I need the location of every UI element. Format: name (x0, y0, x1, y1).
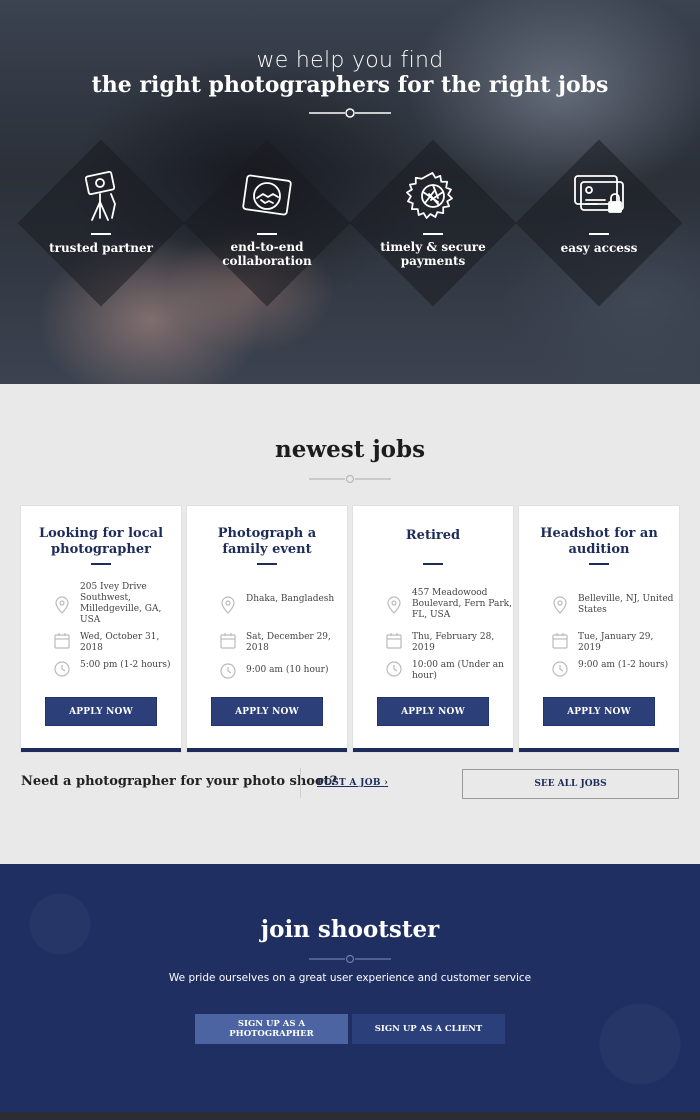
job-card: Retired 457 Meadowood Boulevard, Fern Pa… (353, 506, 513, 752)
job-time: 9:00 am (10 hour) (246, 665, 329, 675)
photographer-tripod-icon (84, 170, 116, 221)
calendar-icon (54, 633, 70, 649)
title-underline (91, 563, 111, 565)
apply-now-button[interactable]: APPLY NOW (45, 697, 157, 726)
location-pin-icon (387, 596, 401, 614)
feature-trusted-partner: trusted partner (17, 139, 185, 307)
job-date: Thu, February 28, 2019 (412, 632, 495, 653)
hero-divider (309, 108, 391, 118)
job-title[interactable]: Photograph a family event (195, 526, 339, 558)
job-date: Tue, January 29, 2019 (578, 632, 654, 653)
sign-up-client-button[interactable]: SIGN UP AS A CLIENT (352, 1014, 505, 1044)
feature-underline (423, 233, 443, 235)
feature-underline (589, 233, 609, 235)
hero-headline: the right photographers for the right jo… (91, 72, 609, 98)
footer-strip (0, 1112, 700, 1120)
see-all-jobs-button[interactable]: SEE ALL JOBS (462, 769, 679, 799)
apply-now-button[interactable]: APPLY NOW (543, 697, 655, 726)
feature-label: easy access (560, 241, 638, 255)
job-title[interactable]: Retired (361, 528, 505, 544)
feature-collaboration: end-to-end collaboration (183, 139, 351, 307)
job-date: Sat, December 29, 2018 (246, 632, 331, 653)
join-section: join shootster We pride ourselves on a g… (0, 864, 700, 1112)
clock-icon (54, 661, 70, 677)
post-job-label: POST A JOB (317, 778, 381, 788)
job-date: Wed, October 31, 2018 (80, 632, 160, 653)
feature-underline (257, 233, 277, 235)
location-pin-icon (553, 596, 567, 614)
shutter-icon (406, 172, 453, 219)
title-underline (423, 563, 443, 565)
feature-underline (91, 233, 111, 235)
apply-now-button[interactable]: APPLY NOW (377, 697, 489, 726)
apply-now-button[interactable]: APPLY NOW (211, 697, 323, 726)
hero-tagline: we help you find (256, 48, 444, 73)
job-time: 5:00 pm (1-2 hours) (80, 660, 171, 670)
post-job-link[interactable]: POST A JOB › (317, 778, 388, 788)
feature-label: timely & secure payments (380, 240, 486, 268)
join-divider (309, 954, 391, 964)
title-underline (257, 563, 277, 565)
job-location: 457 Meadowood Boulevard, Fern Park, FL, … (412, 588, 512, 620)
job-card: Looking for local photographer 205 Ivey … (21, 506, 181, 752)
job-card: Photograph a family event Dhaka, Banglad… (187, 506, 347, 752)
join-subtitle: We pride ourselves on a great user exper… (168, 972, 532, 984)
title-underline (589, 563, 609, 565)
sign-up-photographer-button[interactable]: SIGN UP AS A PHOTOGRAPHER (195, 1014, 348, 1044)
handshake-icon (242, 174, 292, 216)
location-pin-icon (221, 596, 235, 614)
section-divider (309, 474, 391, 484)
chevron-right-icon: › (384, 778, 389, 788)
clock-icon (386, 661, 402, 677)
calendar-icon (552, 633, 568, 649)
job-card: Headshot for an audition Belleville, NJ,… (519, 506, 679, 752)
hero-section: we help you find the right photographers… (0, 0, 700, 384)
job-time: 9:00 am (1-2 hours) (578, 660, 669, 670)
join-title: join shootster (260, 916, 440, 943)
job-title[interactable]: Headshot for an audition (527, 526, 671, 558)
feature-label: trusted partner (49, 241, 153, 255)
feature-easy-access: easy access (515, 139, 683, 307)
location-pin-icon (55, 596, 69, 614)
calendar-icon (386, 633, 402, 649)
cta-separator (300, 768, 301, 798)
newest-jobs-heading: newest jobs (274, 436, 426, 463)
job-time: 10:00 am (Under an hour) (412, 660, 504, 681)
calendar-icon (220, 633, 236, 649)
credit-card-lock-icon (574, 175, 624, 213)
clock-icon (220, 663, 236, 679)
photographer-cta-text: Need a photographer for your photo shoot… (21, 774, 338, 789)
job-location: Dhaka, Bangladesh (246, 594, 335, 604)
clock-icon (552, 661, 568, 677)
job-location: Belleville, NJ, United States (578, 594, 674, 615)
feature-label: end-to-end collaboration (222, 240, 312, 268)
job-location: 205 Ivey Drive Southwest, Milledgeville,… (80, 582, 162, 625)
job-title[interactable]: Looking for local photographer (29, 526, 173, 558)
feature-payments: timely & secure payments (349, 139, 517, 307)
